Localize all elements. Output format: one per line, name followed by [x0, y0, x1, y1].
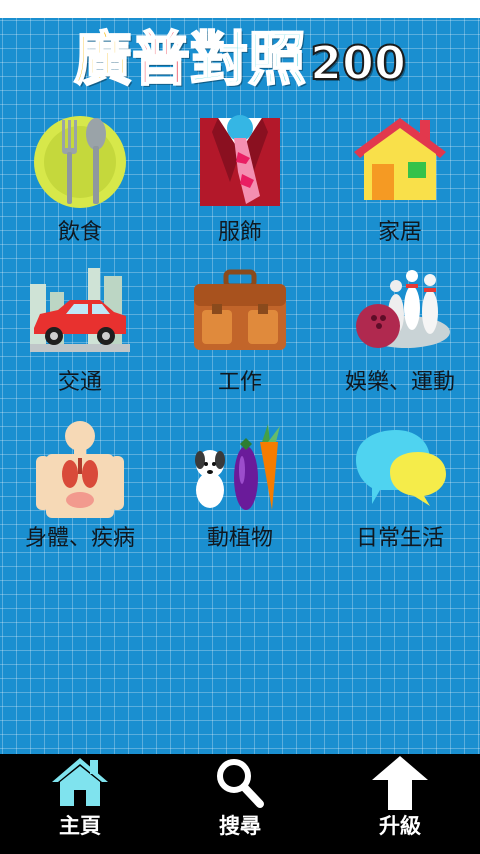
category-label-entertainment-sports: 娛樂、運動 — [344, 370, 455, 395]
nav-search-button[interactable]: 搜尋 — [160, 754, 320, 854]
category-home[interactable]: 家居 — [320, 112, 480, 252]
category-body-illness[interactable]: 身體、疾病 — [0, 420, 160, 560]
bottom-navigation-bar: 主頁 搜尋 升級 — [0, 754, 480, 854]
house-icon — [354, 118, 446, 200]
category-label-home: 家居 — [377, 220, 422, 245]
upgrade-arrow-icon — [372, 756, 428, 810]
category-entertainment-sports[interactable]: 娛樂、運動 — [320, 264, 480, 404]
title-char-1: 廣 — [73, 24, 133, 94]
home-icon — [52, 758, 108, 806]
category-work[interactable]: 工作 — [160, 264, 320, 404]
category-transport[interactable]: 交通 — [0, 264, 160, 404]
category-label-daily-life: 日常生活 — [355, 526, 444, 551]
animals-plants-icon — [195, 424, 280, 510]
nav-home-button[interactable]: 主頁 — [0, 754, 160, 854]
clothing-icon — [200, 115, 280, 206]
speech-bubbles-icon — [356, 430, 446, 506]
nav-upgrade-button[interactable]: 升級 — [320, 754, 480, 854]
category-daily-life[interactable]: 日常生活 — [320, 420, 480, 560]
category-label-transport: 交通 — [57, 370, 102, 395]
dining-icon — [34, 116, 126, 208]
category-clothing[interactable]: 服飾 — [160, 112, 320, 252]
category-label-clothing: 服飾 — [217, 220, 262, 245]
body-organs-icon — [36, 421, 124, 518]
nav-home-label: 主頁 — [59, 814, 101, 838]
category-animals-plants[interactable]: 動植物 — [160, 420, 320, 560]
car-icon — [30, 268, 130, 352]
app-title: 廣普對照200 — [0, 18, 480, 100]
title-char-3: 對 — [189, 24, 249, 94]
title-char-4: 照 — [247, 24, 307, 94]
app-screen: 廣普對照200 飲食 服飾 家居 交通 工作 娛樂、運動 身體、疾病 動植物 日… — [0, 0, 480, 854]
nav-upgrade-label: 升級 — [379, 814, 421, 838]
nav-search-label: 搜尋 — [219, 814, 261, 838]
category-dining[interactable]: 飲食 — [0, 112, 160, 252]
category-label-animals-plants: 動植物 — [206, 526, 273, 551]
search-icon — [217, 759, 264, 808]
category-label-work: 工作 — [217, 370, 262, 395]
bowling-icon — [356, 270, 450, 348]
title-char-2: 普 — [131, 24, 191, 94]
briefcase-icon — [194, 269, 286, 350]
category-label-body-illness: 身體、疾病 — [24, 526, 135, 551]
category-label-dining: 飲食 — [57, 220, 102, 245]
title-number: 200 — [309, 35, 407, 91]
